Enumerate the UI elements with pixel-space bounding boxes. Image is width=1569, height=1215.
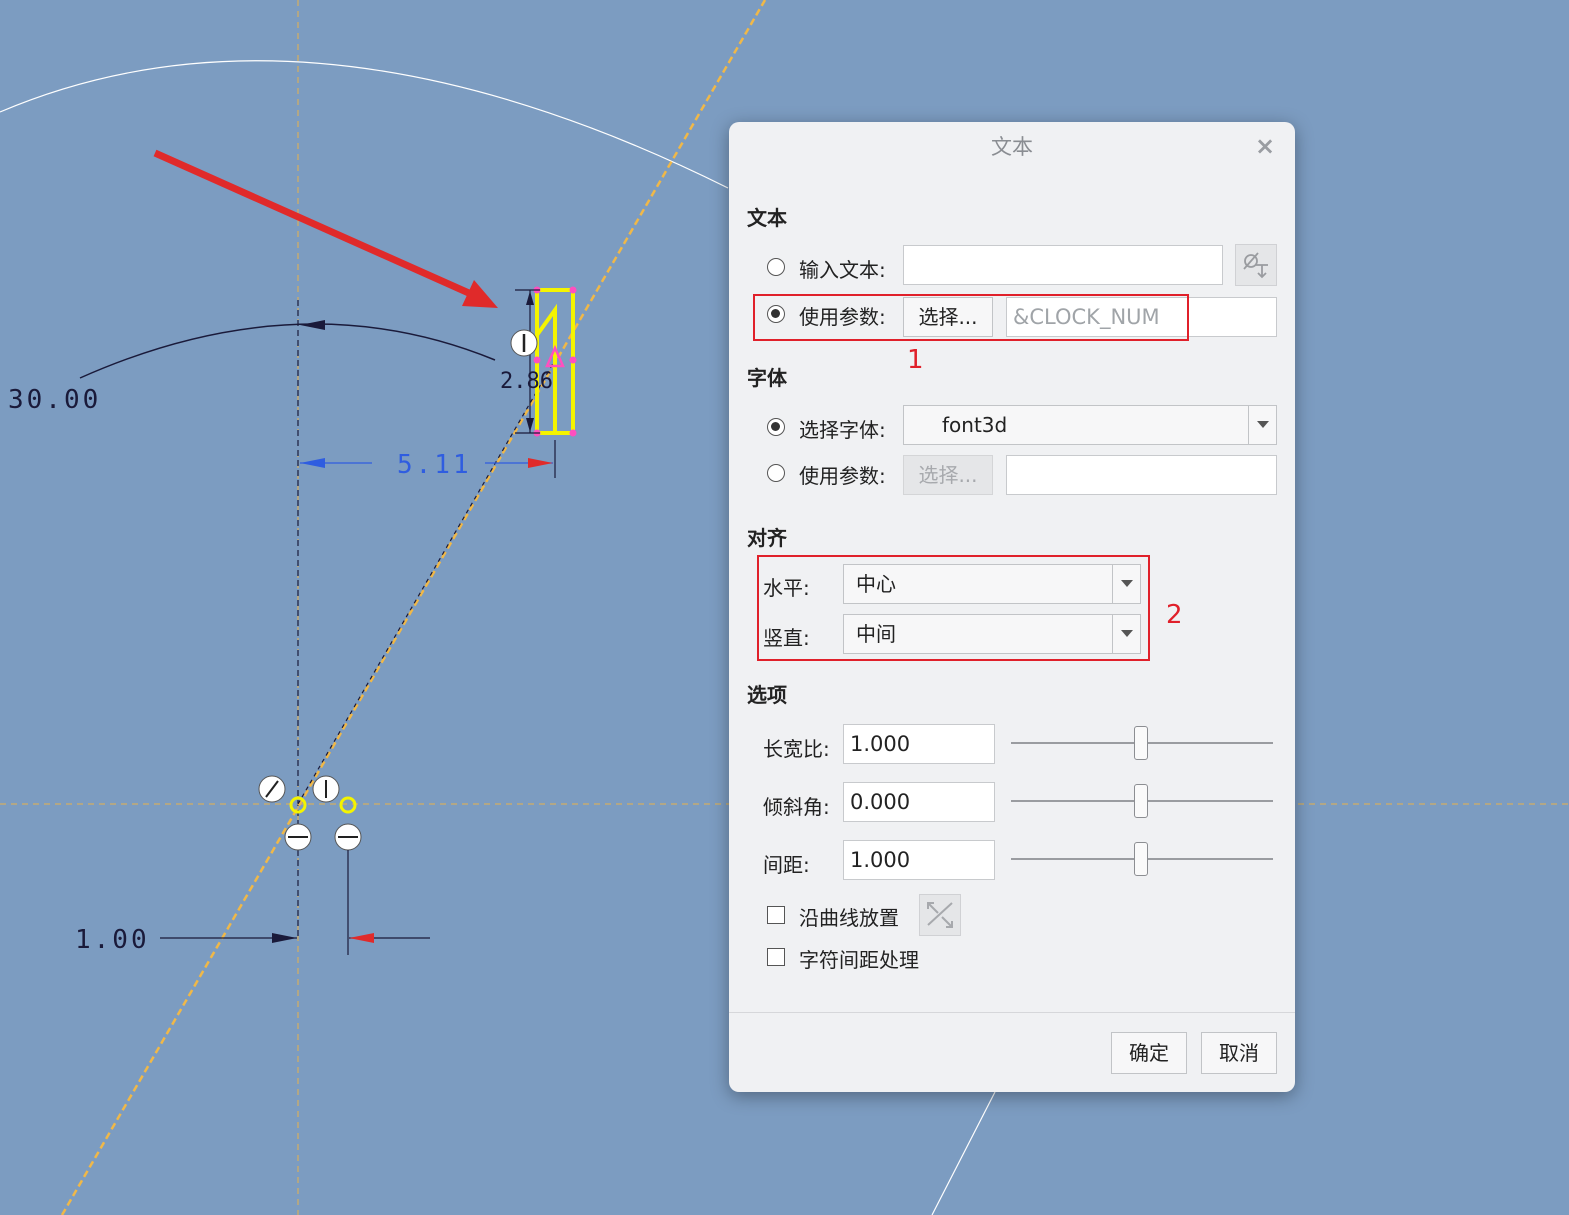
- annotation-marker-2: 2: [1166, 600, 1183, 630]
- cancel-button[interactable]: 取消: [1201, 1032, 1277, 1074]
- outer-arc-lower: [931, 1091, 996, 1215]
- height-arrow-bottom: [526, 418, 534, 432]
- along-curve-label: 沿曲线放置: [799, 906, 899, 930]
- bottom-arrow-left: [272, 933, 297, 943]
- text-dialog: 文本 × 文本 输入文本: 使用参数: 选择... &CLOCK_NUM 1 字…: [729, 122, 1295, 1092]
- highlight-box-2: [757, 555, 1150, 661]
- kerning-label: 字符间距处理: [799, 948, 919, 972]
- select-font-label: 选择字体:: [799, 418, 886, 442]
- symbol-icon: [1243, 252, 1268, 279]
- height-dim-text[interactable]: 2.86: [500, 369, 553, 394]
- height-arrow-top: [526, 291, 534, 305]
- slant-angle-field[interactable]: 0.000: [843, 782, 995, 822]
- ok-button[interactable]: 确定: [1111, 1032, 1187, 1074]
- constraint-point[interactable]: [339, 796, 357, 814]
- align-section-heading: 对齐: [747, 526, 787, 550]
- offset-arrow-left: [300, 458, 325, 468]
- red-pointer-arrow: [153, 149, 482, 302]
- font-use-param-radio[interactable]: [767, 464, 785, 482]
- diagonal-centerline: [60, 0, 767, 1215]
- spacing-slider-thumb[interactable]: [1134, 842, 1148, 876]
- outer-arc: [0, 60, 729, 189]
- annotation-marker-1: 1: [907, 345, 924, 375]
- offset-dim-text[interactable]: 5.11: [397, 450, 472, 480]
- bottom-arrow-right: [349, 933, 374, 943]
- text-section-heading: 文本: [747, 206, 787, 230]
- font-dropdown[interactable]: font3d: [903, 405, 1277, 445]
- font-section-heading: 字体: [747, 366, 787, 390]
- select-font-radio[interactable]: [767, 418, 785, 436]
- vertex-point[interactable]: [533, 356, 541, 364]
- slant-angle-slider-thumb[interactable]: [1134, 784, 1148, 818]
- spacing-label: 间距:: [763, 853, 810, 877]
- along-curve-checkbox[interactable]: [767, 906, 785, 924]
- bottom-dim-text[interactable]: 1.00: [75, 925, 150, 955]
- slant-angle-label: 倾斜角:: [763, 795, 830, 819]
- flip-arrows-icon: [927, 902, 953, 928]
- diagonal-dim-line: [297, 359, 556, 805]
- angle-arrow: [300, 320, 325, 330]
- font-select-param-button[interactable]: 选择...: [903, 455, 993, 495]
- aspect-ratio-field[interactable]: 1.000: [843, 724, 995, 764]
- aspect-ratio-label: 长宽比:: [763, 737, 830, 761]
- input-text-label: 输入文本:: [799, 258, 886, 282]
- flip-direction-button[interactable]: [919, 894, 961, 936]
- kerning-checkbox[interactable]: [767, 948, 785, 966]
- options-section-heading: 选项: [747, 683, 787, 707]
- angle-dim-text[interactable]: 30.00: [8, 385, 101, 415]
- font-use-param-label: 使用参数:: [799, 464, 886, 488]
- font-param-field[interactable]: [1006, 455, 1277, 495]
- vertex-point[interactable]: [569, 429, 577, 437]
- dialog-title: 文本: [991, 135, 1033, 159]
- highlight-box-1: [753, 294, 1189, 341]
- symbol-palette-button[interactable]: [1235, 244, 1277, 286]
- offset-arrow-right: [528, 458, 553, 468]
- spacing-field[interactable]: 1.000: [843, 840, 995, 880]
- font-dropdown-value: font3d: [942, 413, 1008, 437]
- footer-divider: [729, 1012, 1295, 1013]
- angle-dim-arc: [79, 323, 496, 379]
- input-text-radio[interactable]: [767, 258, 785, 276]
- close-icon[interactable]: ×: [1251, 132, 1279, 160]
- aspect-ratio-slider-thumb[interactable]: [1134, 726, 1148, 760]
- chevron-down-icon[interactable]: [1248, 406, 1276, 444]
- input-text-field[interactable]: [903, 245, 1223, 285]
- vertex-point[interactable]: [569, 286, 577, 294]
- vertex-point[interactable]: [569, 356, 577, 364]
